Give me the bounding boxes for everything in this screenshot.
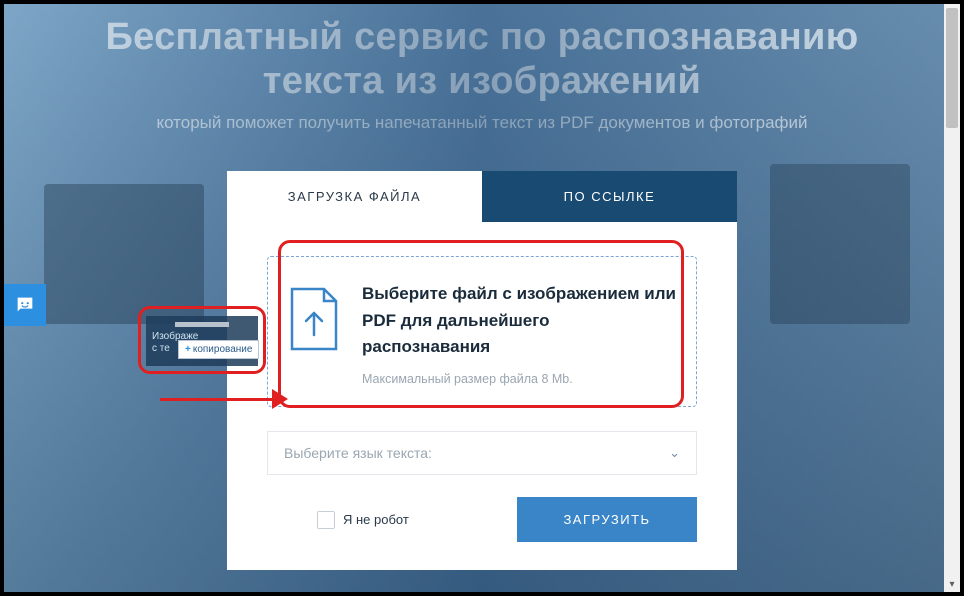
chat-widget-button[interactable] [4,284,46,326]
captcha-checkbox[interactable]: Я не робот [317,511,409,529]
dropzone-text: Выберите файл с изображением или PDF для… [362,281,676,386]
checkbox-box [317,511,335,529]
drag-preview-text-2: с те [152,343,170,354]
copy-badge: + копирование [178,340,259,359]
upload-card: ЗАГРУЗКА ФАЙЛА ПО ССЫЛКЕ Выберите файл с… [227,171,737,570]
upload-file-icon [288,287,340,358]
scrollbar-vertical[interactable] [944,4,960,576]
scrollbar-down-button[interactable]: ▾ [944,576,960,592]
annotation-arrow [160,388,290,412]
page-viewport: Бесплатный сервис по распознаванию текст… [4,4,960,592]
language-select[interactable]: Выберите язык текста: ⌄ [267,431,697,475]
scrollbar-thumb[interactable] [946,8,958,128]
chevron-down-icon: ⌄ [669,445,680,461]
tab-content: Выберите файл с изображением или PDF для… [227,222,737,570]
plus-icon: + [185,344,191,355]
copy-badge-label: копирование [193,344,253,355]
background-decor-left [44,184,204,324]
dropzone-title: Выберите файл с изображением или PDF для… [362,281,676,360]
dropzone-hint: Максимальный размер файла 8 Mb. [362,372,676,386]
chat-icon [14,294,36,316]
tabs: ЗАГРУЗКА ФАЙЛА ПО ССЫЛКЕ [227,171,737,222]
language-placeholder: Выберите язык текста: [284,445,432,461]
submit-button[interactable]: ЗАГРУЗИТЬ [517,497,697,542]
file-dropzone[interactable]: Выберите файл с изображением или PDF для… [267,256,697,407]
captcha-label: Я не робот [343,512,409,527]
actions-row: Я не робот ЗАГРУЗИТЬ [267,497,697,542]
tab-by-url[interactable]: ПО ССЫЛКЕ [482,171,737,222]
tab-upload-file[interactable]: ЗАГРУЗКА ФАЙЛА [227,171,482,222]
background-decor-right [770,164,910,324]
